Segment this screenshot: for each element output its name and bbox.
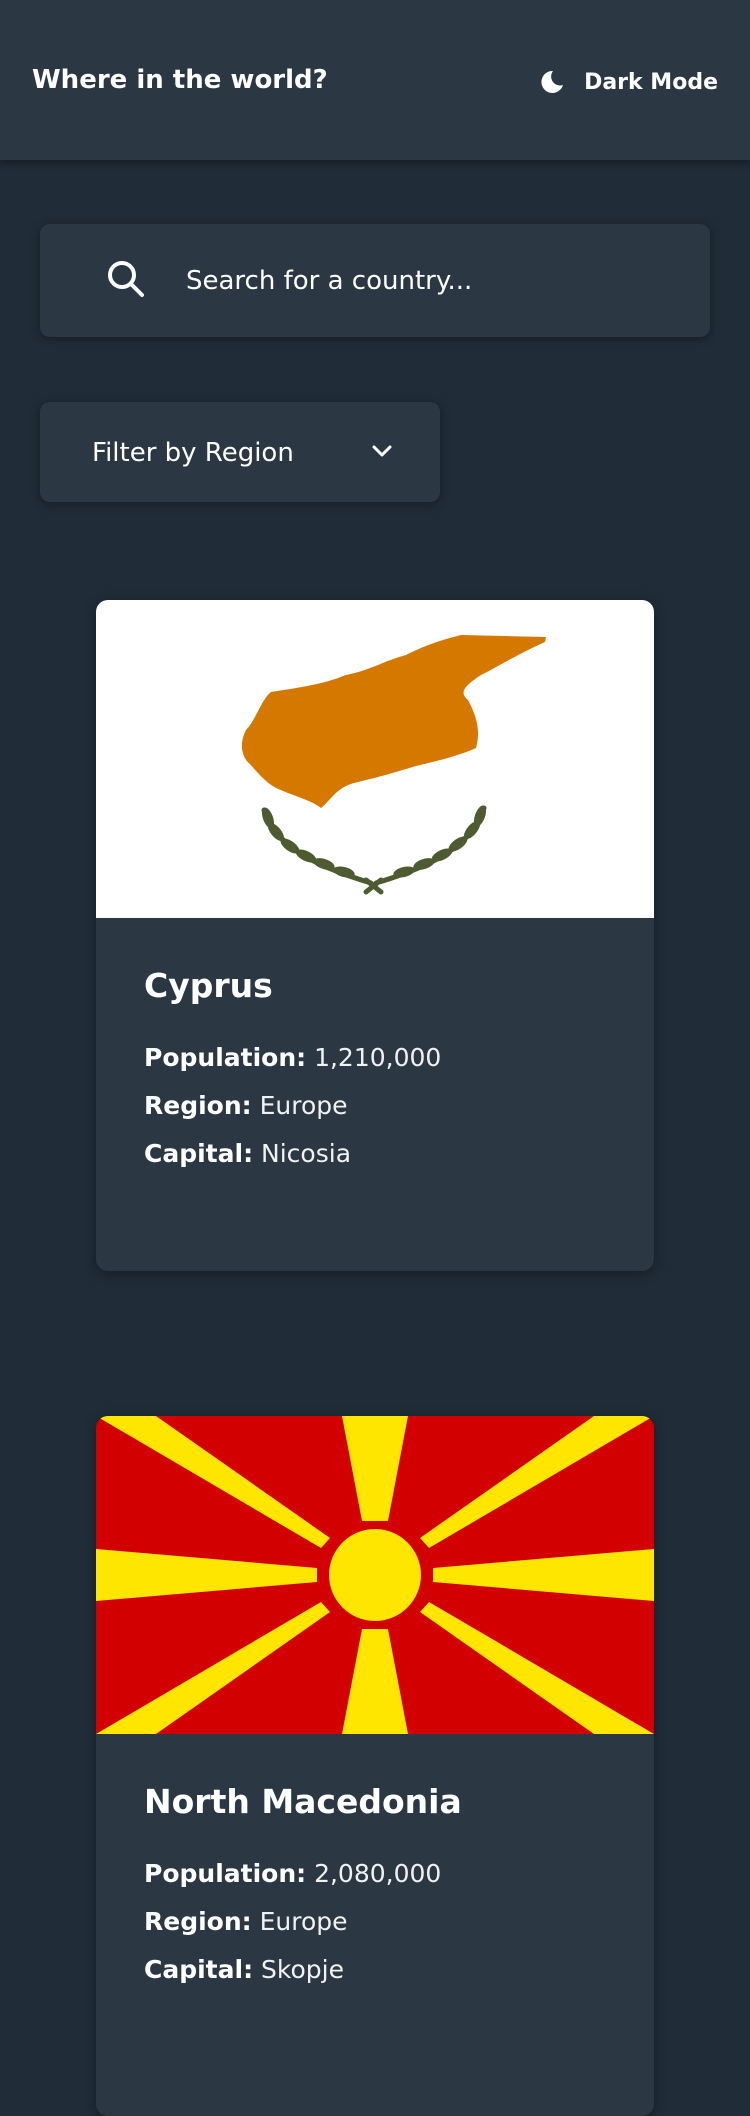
capital-row: Capital: Nicosia (144, 1139, 352, 1169)
chevron-down-icon (370, 442, 394, 464)
population-value: 2,080,000 (314, 1859, 442, 1889)
region-filter-dropdown[interactable]: Filter by Region (40, 402, 440, 502)
region-row: Region: Europe (144, 1907, 348, 1937)
country-info: North Macedonia Population: 2,080,000 Re… (96, 1734, 654, 1994)
country-card[interactable]: Cyprus Population: 1,210,000 Region: Eur… (96, 600, 654, 1271)
population-row: Population: 2,080,000 (144, 1859, 442, 1889)
capital-value: Nicosia (261, 1139, 352, 1169)
north-macedonia-flag (96, 1416, 654, 1734)
region-value: Europe (259, 1907, 348, 1937)
moon-icon (538, 68, 566, 96)
search-icon (106, 259, 146, 303)
dark-mode-toggle[interactable]: Dark Mode (538, 68, 718, 96)
capital-value: Skopje (261, 1955, 344, 1985)
population-row: Population: 1,210,000 (144, 1043, 442, 1073)
search-bar[interactable] (40, 224, 710, 337)
filter-label: Filter by Region (92, 438, 294, 468)
country-name: North Macedonia (144, 1782, 462, 1821)
capital-row: Capital: Skopje (144, 1955, 344, 1985)
cyprus-flag (96, 600, 654, 918)
dark-mode-label: Dark Mode (584, 69, 718, 95)
region-value: Europe (259, 1091, 348, 1121)
population-value: 1,210,000 (314, 1043, 442, 1073)
country-info: Cyprus Population: 1,210,000 Region: Eur… (96, 918, 654, 1178)
app-header: Where in the world? Dark Mode (0, 0, 750, 160)
region-row: Region: Europe (144, 1091, 348, 1121)
country-card[interactable]: North Macedonia Population: 2,080,000 Re… (96, 1416, 654, 2116)
app-title: Where in the world? (32, 65, 328, 95)
search-input[interactable] (184, 254, 668, 308)
country-name: Cyprus (144, 966, 273, 1005)
